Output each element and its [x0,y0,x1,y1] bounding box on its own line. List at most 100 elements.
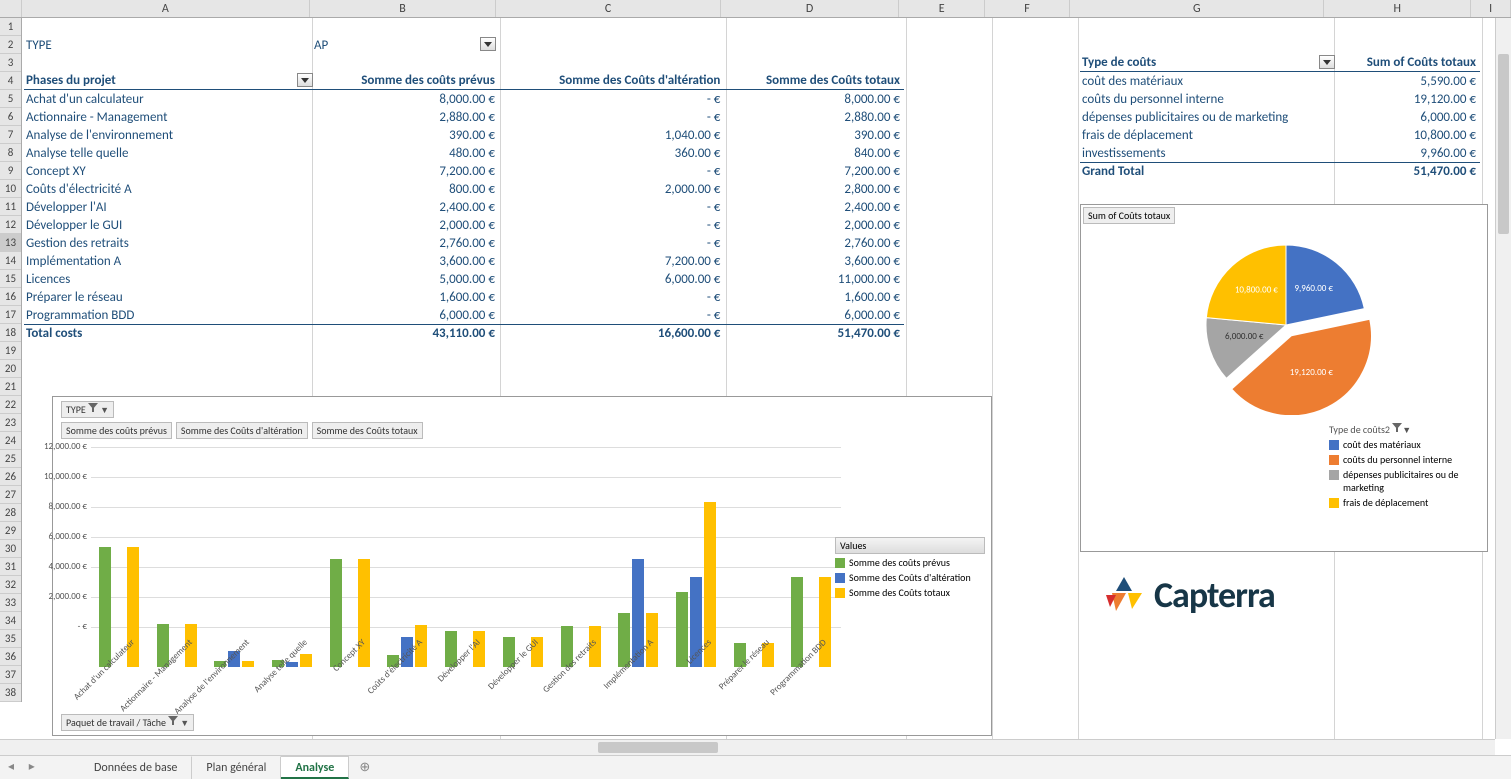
capterra-logo: Capterra [1102,573,1275,617]
sheet-tab[interactable]: Données de base [80,756,192,779]
row-header-13[interactable]: 13 [0,234,21,252]
table-row[interactable]: Concept XY7,200.00 €- €7,200.00 € [24,162,904,180]
horizontal-scrollbar[interactable] [0,739,1495,755]
row-header-7[interactable]: 7 [0,126,21,144]
row-header-19[interactable]: 19 [0,342,21,360]
row-header-37[interactable]: 37 [0,666,21,684]
row-header-16[interactable]: 16 [0,288,21,306]
row-header-8[interactable]: 8 [0,144,21,162]
row-header-12[interactable]: 12 [0,216,21,234]
table-row[interactable]: Développer l'AI2,400.00 €- €2,400.00 € [24,198,904,216]
table-row[interactable]: frais de déplacement10,800.00 € [1080,126,1480,144]
table-row[interactable]: Coûts d'électricité A800.00 €2,000.00 €2… [24,180,904,198]
column-header-I[interactable]: I [1471,0,1511,17]
row-header-24[interactable]: 24 [0,432,21,450]
row-header-32[interactable]: 32 [0,576,21,594]
table-row[interactable]: Gestion des retraits2,760.00 €- €2,760.0… [24,234,904,252]
sheet-tab[interactable]: Plan général [192,756,281,779]
column-header-E[interactable]: E [899,0,984,17]
column-header-D[interactable]: D [721,0,900,17]
filter-dropdown-icon[interactable] [480,37,496,51]
pie-chart[interactable]: Sum of Coûts totaux 9,960.00 €19,120.00 … [1080,204,1488,552]
row-header-26[interactable]: 26 [0,468,21,486]
series-chip[interactable]: Somme des coûts prévus [61,422,172,439]
bar-chart[interactable]: TYPE ▼ Somme des coûts prévusSomme des C… [52,396,992,736]
table-row[interactable]: investissements9,960.00 € [1080,144,1480,162]
legend-title: Values [835,537,985,554]
row-header-33[interactable]: 33 [0,594,21,612]
grand-total-row: Grand Total51,470.00 € [1080,162,1480,180]
row-header-38[interactable]: 38 [0,684,21,702]
table-row[interactable]: Développer le GUI2,000.00 €- €2,000.00 € [24,216,904,234]
bar [99,547,111,667]
row-header-2[interactable]: 2 [0,36,21,54]
row-header-22[interactable]: 22 [0,396,21,414]
column-header-H[interactable]: H [1324,0,1471,17]
row-header-25[interactable]: 25 [0,450,21,468]
row-header-6[interactable]: 6 [0,108,21,126]
column-header-C[interactable]: C [496,0,720,17]
table-row[interactable]: Analyse de l'environnement390.00 €1,040.… [24,126,904,144]
row-header-4[interactable]: 4 [0,72,21,90]
scrollbar-thumb[interactable] [598,742,718,753]
bar [300,654,312,667]
table-row[interactable]: Programmation BDD6,000.00 €- €6,000.00 € [24,306,904,324]
pie-chart-title-chip[interactable]: Sum of Coûts totaux [1083,207,1175,224]
row-header-1[interactable]: 1 [0,18,21,36]
row-header-15[interactable]: 15 [0,270,21,288]
row-header-18[interactable]: 18 [0,324,21,342]
row-header-35[interactable]: 35 [0,630,21,648]
bar-chart-filter-chip[interactable]: TYPE ▼ [61,401,114,418]
table-row[interactable]: dépenses publicitaires ou de marketing6,… [1080,108,1480,126]
svg-text:10,800.00 €: 10,800.00 € [1235,284,1278,295]
table-row[interactable]: Implémentation A3,600.00 €7,200.00 €3,60… [24,252,904,270]
table-row[interactable]: coûts du personnel interne19,120.00 € [1080,90,1480,108]
row-header-20[interactable]: 20 [0,360,21,378]
series-chip[interactable]: Somme des Coûts d'altération [176,422,308,439]
filter-dropdown-icon[interactable] [297,73,313,87]
row-header-23[interactable]: 23 [0,414,21,432]
add-sheet-button[interactable]: ⊕ [349,756,380,779]
row-header-3[interactable]: 3 [0,54,21,72]
filter-dropdown-icon[interactable] [1319,55,1335,69]
table-row[interactable]: Analyse telle quelle480.00 €360.00 €840.… [24,144,904,162]
table-row[interactable]: Préparer le réseau1,600.00 €- €1,600.00 … [24,288,904,306]
col-header-phases[interactable]: Phases du projet [24,73,313,88]
row-header-9[interactable]: 9 [0,162,21,180]
funnel-icon [88,403,98,413]
row-header-14[interactable]: 14 [0,252,21,270]
filter-label: TYPE [24,38,314,53]
sheet-tab[interactable]: Analyse [281,756,349,779]
series-chip[interactable]: Somme des Coûts totaux [312,422,423,439]
pie-chart-legend: Type de coûts2 ▼ coût des matériauxcoûts… [1329,423,1479,511]
filter-row: TYPE AP [24,36,504,54]
row-header-34[interactable]: 34 [0,612,21,630]
table-row[interactable]: Licences5,000.00 €6,000.00 €11,000.00 € [24,270,904,288]
row-header-10[interactable]: 10 [0,180,21,198]
row-header-21[interactable]: 21 [0,378,21,396]
table-row[interactable]: Achat d'un calculateur8,000.00 €- €8,000… [24,90,904,108]
column-header-G[interactable]: G [1070,0,1324,17]
row-header-5[interactable]: 5 [0,90,21,108]
tab-nav-buttons[interactable]: ◂ ▸ [8,759,41,774]
scrollbar-thumb[interactable] [1498,54,1509,234]
column-header-A[interactable]: A [22,0,310,17]
row-header-29[interactable]: 29 [0,522,21,540]
column-header-B[interactable]: B [310,0,497,17]
row-header-31[interactable]: 31 [0,558,21,576]
bar-chart-axis-chip[interactable]: Paquet de travail / Tâche ▼ [61,714,194,731]
row-header-36[interactable]: 36 [0,648,21,666]
table-row[interactable]: Actionnaire - Management2,880.00 €- €2,8… [24,108,904,126]
row-header-30[interactable]: 30 [0,540,21,558]
select-all-corner[interactable] [0,0,22,17]
row-header-27[interactable]: 27 [0,486,21,504]
filter-value: AP [314,38,328,53]
col-header-type-couts[interactable]: Type de coûts [1080,55,1335,70]
table-row[interactable]: coût des matériaux5,590.00 € [1080,72,1480,90]
column-header-F[interactable]: F [985,0,1070,17]
row-header-17[interactable]: 17 [0,306,21,324]
spreadsheet-app: ABCDEFGHI 123456789101112131415161718192… [0,0,1511,779]
row-header-28[interactable]: 28 [0,504,21,522]
vertical-scrollbar[interactable] [1495,18,1511,739]
row-header-11[interactable]: 11 [0,198,21,216]
